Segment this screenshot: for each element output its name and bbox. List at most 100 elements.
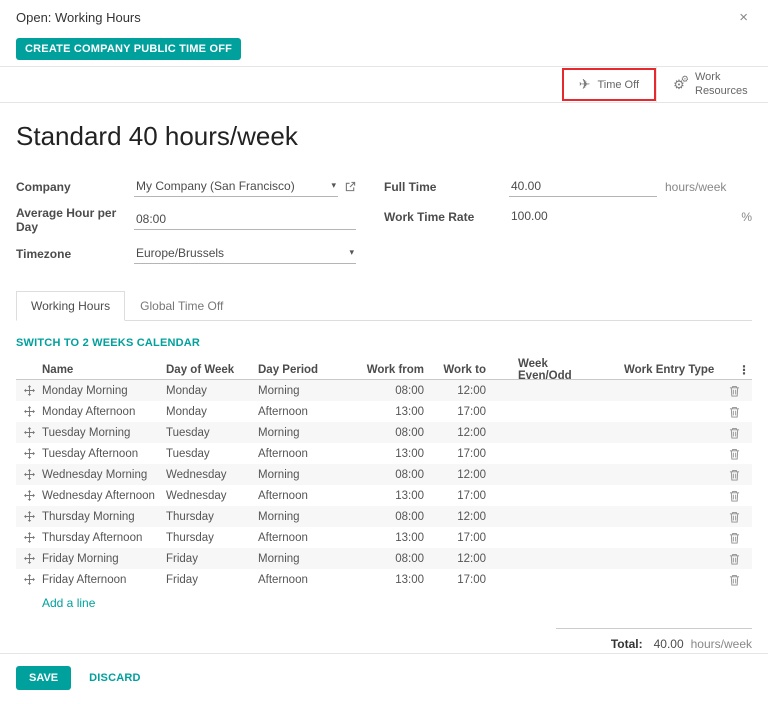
cell-day-of-week[interactable]: Wednesday <box>166 469 258 481</box>
full-time-field[interactable]: 40.00 <box>509 177 657 197</box>
cell-day-of-week[interactable]: Thursday <box>166 511 258 523</box>
delete-row-icon[interactable] <box>716 574 752 586</box>
drag-handle-icon[interactable] <box>16 574 42 585</box>
delete-row-icon[interactable] <box>716 511 752 523</box>
cell-name[interactable]: Friday Afternoon <box>42 574 166 586</box>
cell-day-of-week[interactable]: Thursday <box>166 532 258 544</box>
record-title[interactable]: Standard 40 hours/week <box>16 121 752 152</box>
cell-day-period[interactable]: Afternoon <box>258 406 350 418</box>
table-row[interactable]: Wednesday Afternoon Wednesday Afternoon … <box>16 485 752 506</box>
cell-name[interactable]: Thursday Morning <box>42 511 166 523</box>
cell-name[interactable]: Tuesday Afternoon <box>42 448 166 460</box>
table-row[interactable]: Friday Afternoon Friday Afternoon 13:00 … <box>16 569 752 590</box>
cell-day-period[interactable]: Morning <box>258 469 350 481</box>
cell-work-from[interactable]: 13:00 <box>350 406 430 418</box>
cell-name[interactable]: Friday Morning <box>42 553 166 565</box>
table-row[interactable]: Wednesday Morning Wednesday Morning 08:0… <box>16 464 752 485</box>
close-icon[interactable]: × <box>735 8 752 27</box>
delete-row-icon[interactable] <box>716 385 752 397</box>
cell-day-of-week[interactable]: Friday <box>166 574 258 586</box>
dropdown-caret-icon[interactable]: ▾ <box>349 247 354 258</box>
column-options-icon[interactable]: ⋮ <box>716 363 752 377</box>
cell-day-period[interactable]: Morning <box>258 511 350 523</box>
cell-work-from[interactable]: 08:00 <box>350 511 430 523</box>
table-row[interactable]: Tuesday Morning Tuesday Morning 08:00 12… <box>16 422 752 443</box>
external-link-icon[interactable] <box>345 181 356 192</box>
delete-row-icon[interactable] <box>716 427 752 439</box>
cell-name[interactable]: Thursday Afternoon <box>42 532 166 544</box>
delete-row-icon[interactable] <box>716 406 752 418</box>
cell-work-to[interactable]: 12:00 <box>430 385 492 397</box>
cell-work-to[interactable]: 17:00 <box>430 406 492 418</box>
cell-work-from[interactable]: 08:00 <box>350 427 430 439</box>
switch-two-weeks-link[interactable]: SWITCH TO 2 WEEKS CALENDAR <box>16 337 200 349</box>
cell-day-period[interactable]: Morning <box>258 385 350 397</box>
cell-work-from[interactable]: 08:00 <box>350 469 430 481</box>
tab-global-time-off[interactable]: Global Time Off <box>125 291 238 321</box>
drag-handle-icon[interactable] <box>16 469 42 480</box>
table-row[interactable]: Monday Afternoon Monday Afternoon 13:00 … <box>16 401 752 422</box>
cell-day-of-week[interactable]: Wednesday <box>166 490 258 502</box>
drag-handle-icon[interactable] <box>16 406 42 417</box>
cell-work-to[interactable]: 17:00 <box>430 490 492 502</box>
cell-work-to[interactable]: 12:00 <box>430 469 492 481</box>
drag-handle-icon[interactable] <box>16 532 42 543</box>
cell-work-from[interactable]: 13:00 <box>350 574 430 586</box>
cell-day-of-week[interactable]: Friday <box>166 553 258 565</box>
delete-row-icon[interactable] <box>716 490 752 502</box>
drag-handle-icon[interactable] <box>16 427 42 438</box>
drag-handle-icon[interactable] <box>16 490 42 501</box>
drag-handle-icon[interactable] <box>16 448 42 459</box>
add-a-line-link[interactable]: Add a line <box>16 590 95 616</box>
drag-handle-icon[interactable] <box>16 553 42 564</box>
table-row[interactable]: Tuesday Afternoon Tuesday Afternoon 13:0… <box>16 443 752 464</box>
time-off-stat-button[interactable]: ✈ Time Off <box>566 70 652 99</box>
cell-work-to[interactable]: 17:00 <box>430 574 492 586</box>
table-row[interactable]: Friday Morning Friday Morning 08:00 12:0… <box>16 548 752 569</box>
cell-day-period[interactable]: Afternoon <box>258 490 350 502</box>
delete-row-icon[interactable] <box>716 469 752 481</box>
delete-row-icon[interactable] <box>716 532 752 544</box>
timezone-field[interactable]: Europe/Brussels ▾ <box>134 244 356 264</box>
save-button[interactable]: SAVE <box>16 666 71 690</box>
cell-day-of-week[interactable]: Monday <box>166 385 258 397</box>
cell-work-from[interactable]: 13:00 <box>350 532 430 544</box>
cell-work-to[interactable]: 12:00 <box>430 553 492 565</box>
cell-work-from[interactable]: 13:00 <box>350 448 430 460</box>
cell-day-of-week[interactable]: Tuesday <box>166 427 258 439</box>
dropdown-caret-icon[interactable]: ▾ <box>331 180 336 191</box>
cell-name[interactable]: Tuesday Morning <box>42 427 166 439</box>
cell-work-from[interactable]: 08:00 <box>350 553 430 565</box>
cell-day-of-week[interactable]: Monday <box>166 406 258 418</box>
table-row[interactable]: Thursday Morning Thursday Morning 08:00 … <box>16 506 752 527</box>
cell-day-period[interactable]: Morning <box>258 553 350 565</box>
work-resources-stat-button[interactable]: ⚙⚙ Work Resources <box>656 67 760 102</box>
drag-handle-icon[interactable] <box>16 385 42 396</box>
cell-work-to[interactable]: 17:00 <box>430 532 492 544</box>
company-field[interactable]: My Company (San Francisco) ▾ <box>134 177 338 197</box>
cell-day-period[interactable]: Morning <box>258 427 350 439</box>
create-company-public-time-off-button[interactable]: CREATE COMPANY PUBLIC TIME OFF <box>16 38 241 60</box>
tab-working-hours[interactable]: Working Hours <box>16 291 125 321</box>
discard-button[interactable]: DISCARD <box>89 672 141 684</box>
drag-handle-icon[interactable] <box>16 511 42 522</box>
table-row[interactable]: Monday Morning Monday Morning 08:00 12:0… <box>16 380 752 401</box>
average-hour-field[interactable]: 08:00 <box>134 210 356 230</box>
table-row[interactable]: Thursday Afternoon Thursday Afternoon 13… <box>16 527 752 548</box>
delete-row-icon[interactable] <box>716 448 752 460</box>
cell-work-to[interactable]: 17:00 <box>430 448 492 460</box>
cell-day-period[interactable]: Afternoon <box>258 532 350 544</box>
cell-work-from[interactable]: 08:00 <box>350 385 430 397</box>
work-time-rate-field[interactable]: 100.00 <box>509 207 657 226</box>
cell-day-period[interactable]: Afternoon <box>258 448 350 460</box>
cell-day-period[interactable]: Afternoon <box>258 574 350 586</box>
cell-work-to[interactable]: 12:00 <box>430 427 492 439</box>
cell-day-of-week[interactable]: Tuesday <box>166 448 258 460</box>
cell-name[interactable]: Wednesday Morning <box>42 469 166 481</box>
cell-work-to[interactable]: 12:00 <box>430 511 492 523</box>
cell-name[interactable]: Monday Afternoon <box>42 406 166 418</box>
cell-work-from[interactable]: 13:00 <box>350 490 430 502</box>
cell-name[interactable]: Monday Morning <box>42 385 166 397</box>
cell-name[interactable]: Wednesday Afternoon <box>42 490 166 502</box>
delete-row-icon[interactable] <box>716 553 752 565</box>
